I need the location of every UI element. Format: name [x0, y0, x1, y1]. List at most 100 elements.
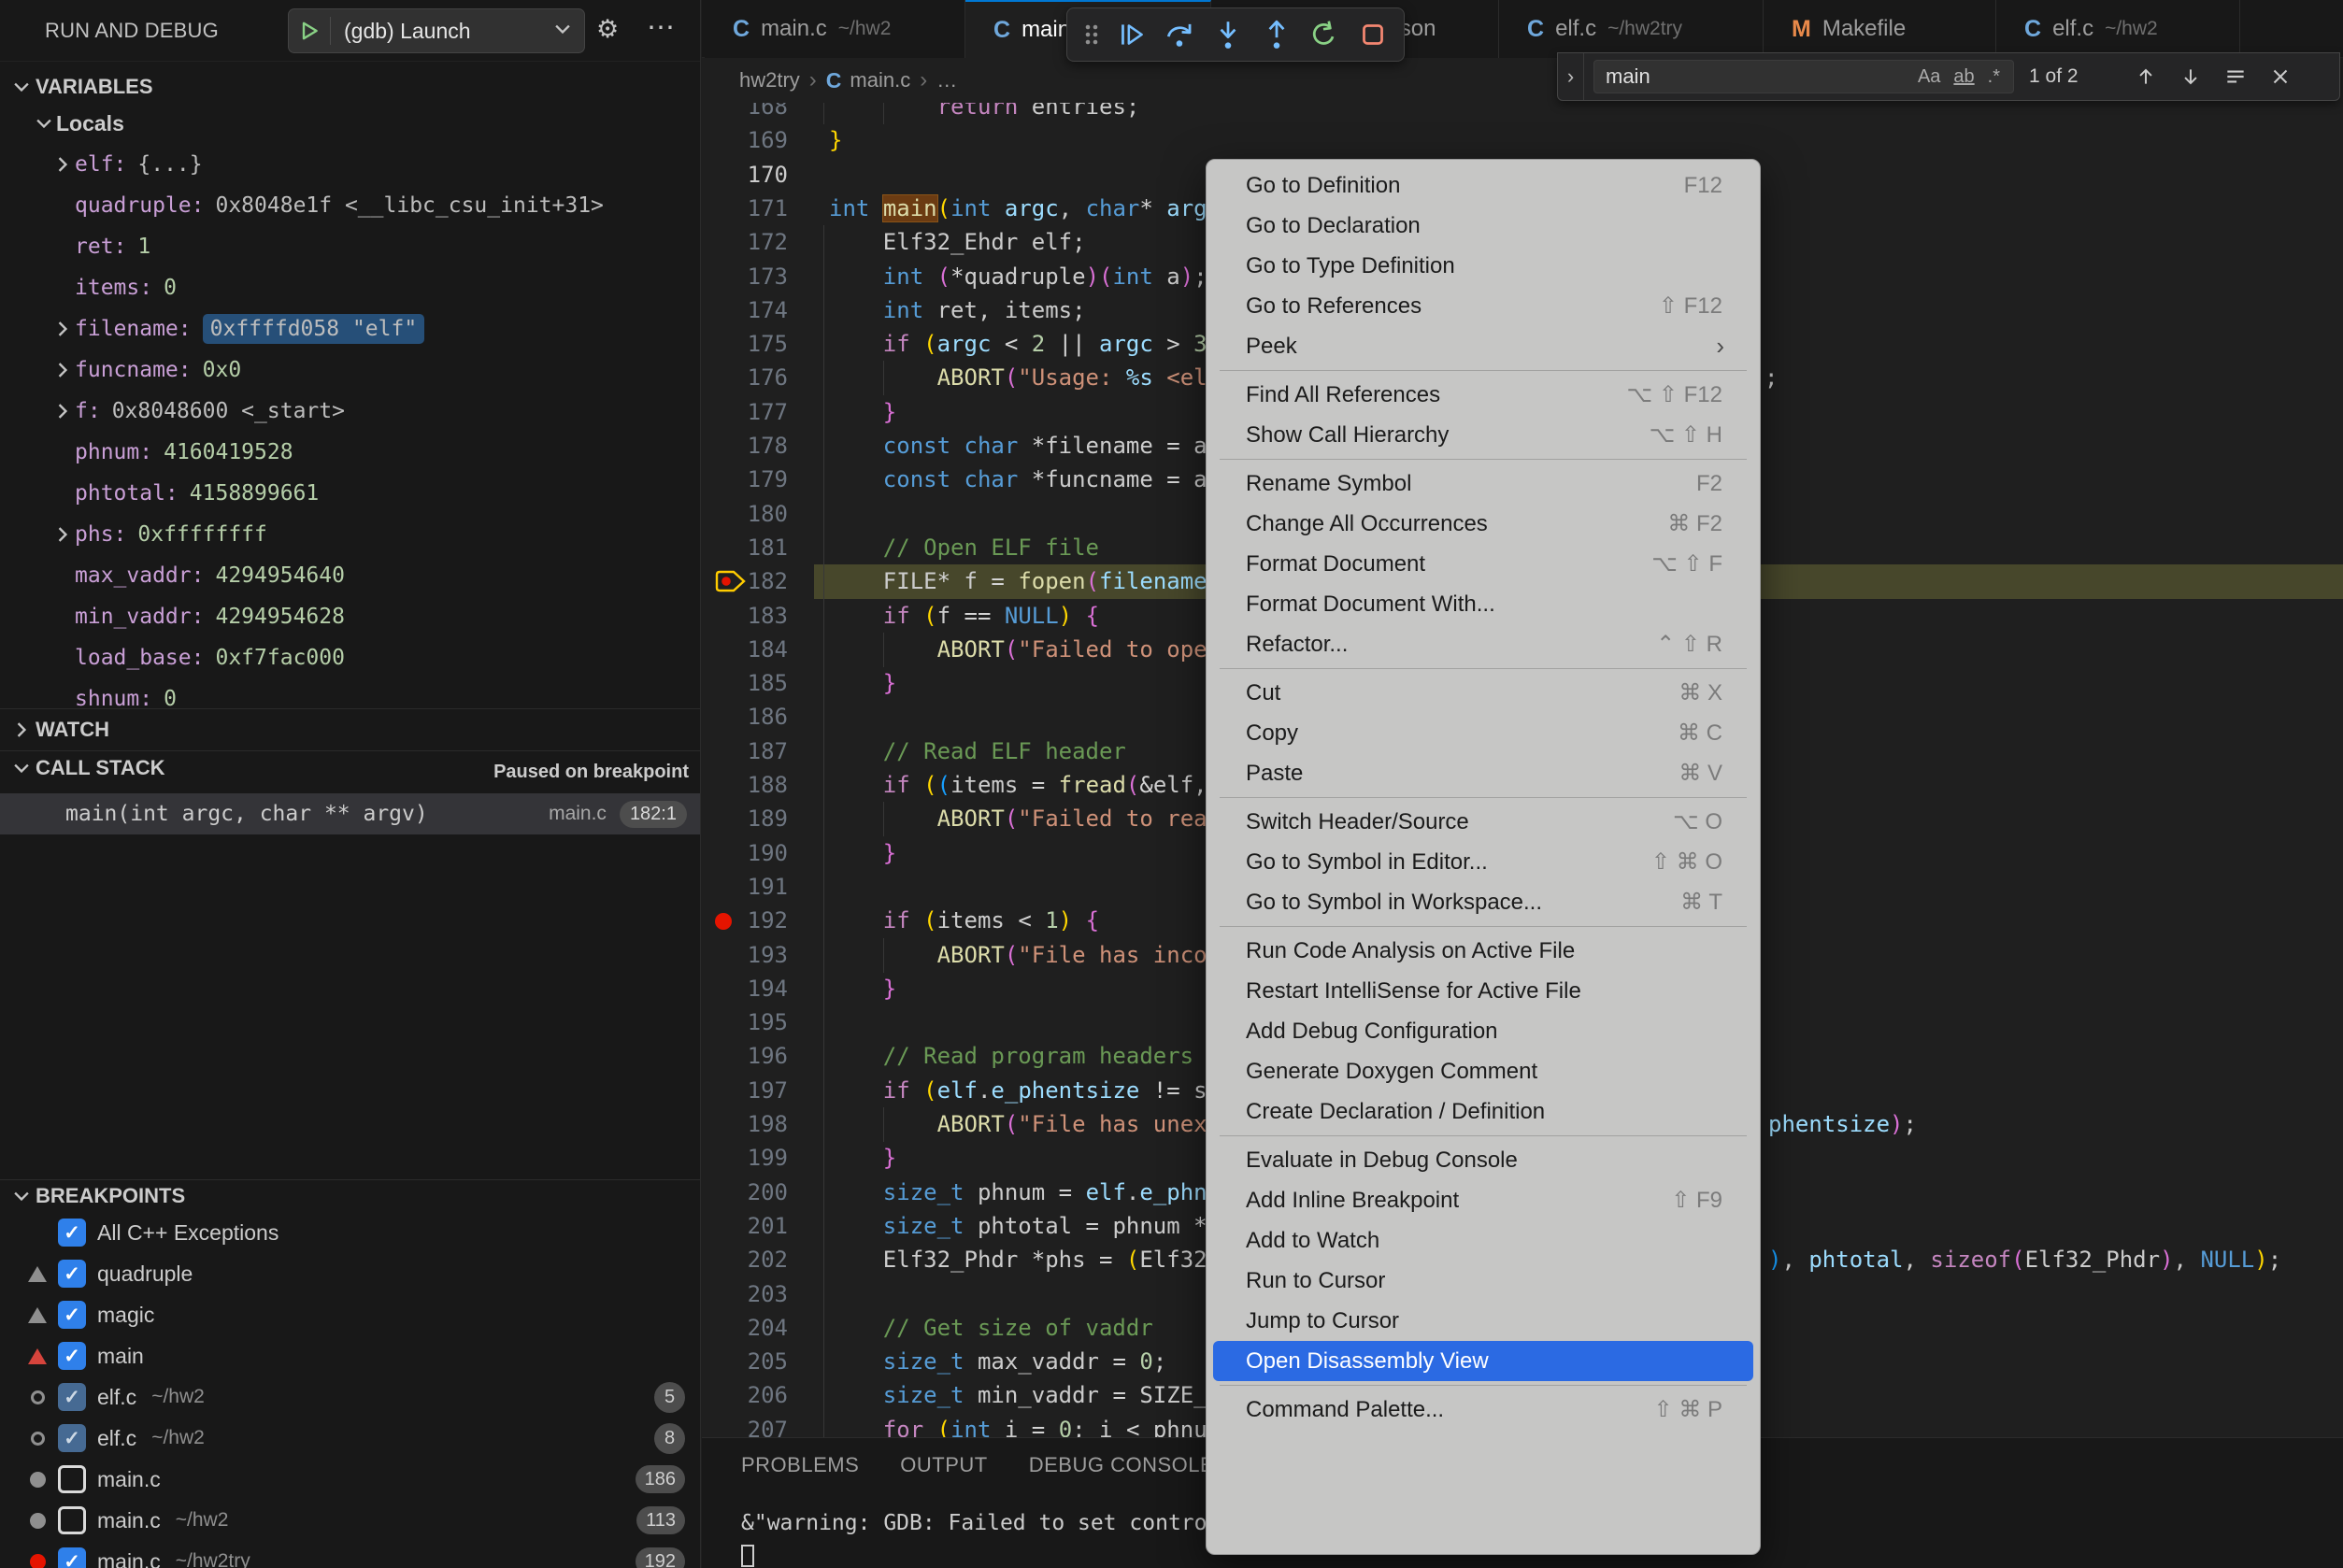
- menu-item-restart-intellisense-for-active-file[interactable]: Restart IntelliSense for Active File: [1207, 971, 1760, 1011]
- step-into-button[interactable]: [1211, 18, 1245, 51]
- watch-header[interactable]: WATCH: [0, 714, 700, 746]
- find-input[interactable]: main Aa ab .*: [1593, 60, 2014, 93]
- breakpoint-checkbox[interactable]: [58, 1465, 86, 1493]
- menu-item-command-palette[interactable]: Command Palette...⇧ ⌘ P: [1207, 1390, 1760, 1430]
- breakpoint-checkbox[interactable]: ✓: [58, 1424, 86, 1452]
- find-expand-toggle[interactable]: ›: [1558, 53, 1584, 100]
- menu-item-generate-doxygen-comment[interactable]: Generate Doxygen Comment: [1207, 1051, 1760, 1091]
- line-number: 169: [702, 123, 788, 158]
- editor-tab-main.c[interactable]: Cmain.c~/hw2: [705, 0, 965, 58]
- breakpoints-header[interactable]: BREAKPOINTS: [0, 1180, 700, 1212]
- variable-row[interactable]: load_base:0xf7fac000: [0, 637, 700, 678]
- stack-frame-row[interactable]: main(int argc, char ** argv) main.c 182:…: [0, 793, 700, 834]
- menu-item-run-code-analysis-on-active-file[interactable]: Run Code Analysis on Active File: [1207, 931, 1760, 971]
- panel-tab-output[interactable]: OUTPUT: [900, 1453, 987, 1477]
- menu-item-refactor[interactable]: Refactor...⌃ ⇧ R: [1207, 624, 1760, 664]
- code-line[interactable]: 169}: [702, 123, 2343, 158]
- breakpoint-row[interactable]: ✓main: [0, 1335, 700, 1376]
- menu-item-run-to-cursor[interactable]: Run to Cursor: [1207, 1261, 1760, 1301]
- panel-tab-problems[interactable]: PROBLEMS: [741, 1453, 859, 1477]
- breakpoint-row[interactable]: main.c~/hw2113: [0, 1500, 700, 1541]
- variable-row[interactable]: min_vaddr:4294954628: [0, 596, 700, 637]
- variable-row[interactable]: filename:0xffffd058 "elf": [0, 308, 700, 349]
- menu-item-create-declaration-definition[interactable]: Create Declaration / Definition: [1207, 1091, 1760, 1132]
- breakpoint-row[interactable]: ✓quadruple: [0, 1253, 700, 1294]
- editor-tab-elf.c[interactable]: Celf.c~/hw2try: [1499, 0, 1764, 58]
- menu-item-format-document[interactable]: Format Document⌥ ⇧ F: [1207, 544, 1760, 584]
- stop-button[interactable]: [1356, 18, 1390, 51]
- menu-item-open-disassembly-view[interactable]: Open Disassembly View: [1213, 1341, 1753, 1381]
- variable-row[interactable]: phtotal:4158899661: [0, 473, 700, 514]
- gear-icon[interactable]: ⚙: [596, 15, 619, 44]
- restart-button[interactable]: [1307, 18, 1341, 51]
- breakpoint-row[interactable]: ✓elf.c~/hw28: [0, 1418, 700, 1459]
- breakpoint-row[interactable]: ✓main.c~/hw2try192: [0, 1541, 700, 1568]
- menu-item-change-all-occurrences[interactable]: Change All Occurrences⌘ F2: [1207, 504, 1760, 544]
- variable-row[interactable]: phs:0xffffffff: [0, 514, 700, 555]
- regex-toggle[interactable]: .*: [1988, 66, 2000, 88]
- menu-item-format-document-with[interactable]: Format Document With...: [1207, 584, 1760, 624]
- menu-item-evaluate-in-debug-console[interactable]: Evaluate in Debug Console: [1207, 1140, 1760, 1180]
- find-next-icon[interactable]: [2179, 64, 2203, 89]
- breakpoint-checkbox[interactable]: ✓: [58, 1342, 86, 1370]
- menu-item-show-call-hierarchy[interactable]: Show Call Hierarchy⌥ ⇧ H: [1207, 415, 1760, 455]
- variable-row[interactable]: funcname:0x0: [0, 349, 700, 391]
- find-previous-icon[interactable]: [2134, 64, 2158, 89]
- variable-row[interactable]: max_vaddr:4294954640: [0, 555, 700, 596]
- variable-row[interactable]: quadruple:0x8048e1f <__libc_csu_init+31>: [0, 185, 700, 226]
- start-debug-icon[interactable]: [289, 20, 330, 42]
- editor-tab-Makefile[interactable]: MMakefile: [1764, 0, 1996, 58]
- variable-row[interactable]: ret:1: [0, 226, 700, 267]
- breadcrumb-file[interactable]: main.c: [850, 68, 910, 93]
- menu-item-copy[interactable]: Copy⌘ C: [1207, 713, 1760, 753]
- variable-row[interactable]: items:0: [0, 267, 700, 308]
- variable-row[interactable]: shnum:0: [0, 678, 700, 708]
- step-out-button[interactable]: [1260, 18, 1293, 51]
- menu-item-add-debug-configuration[interactable]: Add Debug Configuration: [1207, 1011, 1760, 1051]
- breakpoint-checkbox[interactable]: ✓: [58, 1383, 86, 1411]
- menu-item-switch-header-source[interactable]: Switch Header/Source⌥ O: [1207, 802, 1760, 842]
- variables-scope-row[interactable]: Locals: [0, 103, 700, 144]
- breakpoint-checkbox[interactable]: ✓: [58, 1301, 86, 1329]
- more-actions-icon[interactable]: ⋯: [647, 11, 677, 44]
- find-in-selection-icon[interactable]: [2223, 64, 2248, 89]
- menu-item-go-to-references[interactable]: Go to References⇧ F12: [1207, 286, 1760, 326]
- breakpoint-row[interactable]: main.c186: [0, 1459, 700, 1500]
- variable-row[interactable]: phnum:4160419528: [0, 432, 700, 473]
- editor-tab-elf.c[interactable]: Celf.c~/hw2: [1996, 0, 2240, 58]
- variable-name: ret:: [75, 235, 126, 259]
- menu-item-jump-to-cursor[interactable]: Jump to Cursor: [1207, 1301, 1760, 1341]
- menu-item-go-to-declaration[interactable]: Go to Declaration: [1207, 206, 1760, 246]
- menu-item-go-to-definition[interactable]: Go to DefinitionF12: [1207, 165, 1760, 206]
- menu-item-add-inline-breakpoint[interactable]: Add Inline Breakpoint⇧ F9: [1207, 1180, 1760, 1220]
- breakpoint-checkbox[interactable]: ✓: [58, 1219, 86, 1247]
- whole-word-toggle[interactable]: ab: [1953, 66, 1974, 88]
- breakpoint-row[interactable]: ✓magic: [0, 1294, 700, 1335]
- breakpoint-checkbox[interactable]: [58, 1506, 86, 1534]
- breadcrumb-symbol[interactable]: …: [936, 68, 957, 93]
- menu-item-add-to-watch[interactable]: Add to Watch: [1207, 1220, 1760, 1261]
- menu-item-cut[interactable]: Cut⌘ X: [1207, 673, 1760, 713]
- variable-row[interactable]: elf:{...}: [0, 144, 700, 185]
- match-case-toggle[interactable]: Aa: [1918, 66, 1940, 88]
- breakpoint-checkbox[interactable]: ✓: [58, 1260, 86, 1288]
- menu-item-go-to-symbol-in-workspace[interactable]: Go to Symbol in Workspace...⌘ T: [1207, 882, 1760, 922]
- call-stack-header[interactable]: CALL STACK Paused on breakpoint: [0, 752, 700, 793]
- menu-item-paste[interactable]: Paste⌘ V: [1207, 753, 1760, 793]
- variable-row[interactable]: f:0x8048600 <_start>: [0, 391, 700, 432]
- menu-item-find-all-references[interactable]: Find All References⌥ ⇧ F12: [1207, 375, 1760, 415]
- close-icon[interactable]: [2268, 64, 2293, 89]
- menu-item-rename-symbol[interactable]: Rename SymbolF2: [1207, 463, 1760, 504]
- menu-item-go-to-symbol-in-editor[interactable]: Go to Symbol in Editor...⇧ ⌘ O: [1207, 842, 1760, 882]
- breakpoint-checkbox[interactable]: ✓: [58, 1547, 86, 1568]
- continue-button[interactable]: [1115, 18, 1149, 51]
- launch-config-dropdown[interactable]: (gdb) Launch: [288, 8, 585, 53]
- menu-item-go-to-type-definition[interactable]: Go to Type Definition: [1207, 246, 1760, 286]
- menu-item-peek[interactable]: Peek›: [1207, 326, 1760, 366]
- breadcrumb-folder[interactable]: hw2try: [739, 68, 800, 93]
- variables-header[interactable]: VARIABLES: [0, 71, 700, 103]
- panel-tab-debug-console[interactable]: DEBUG CONSOLE: [1029, 1453, 1214, 1477]
- step-over-button[interactable]: [1164, 18, 1197, 51]
- breakpoint-row[interactable]: ✓elf.c~/hw25: [0, 1376, 700, 1418]
- breakpoint-row[interactable]: ✓All C++ Exceptions: [0, 1212, 700, 1253]
